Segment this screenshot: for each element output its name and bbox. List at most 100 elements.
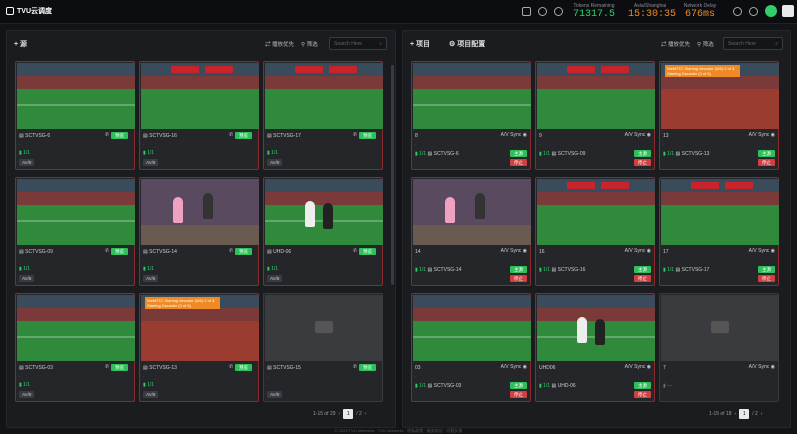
preview-button[interactable]: 预览 bbox=[235, 248, 252, 255]
preview-button[interactable]: 预览 bbox=[111, 132, 128, 139]
source-card[interactable]: ▤ SCTVSG-6 ✆ 预览 · ▮ 1/1 AV/8 bbox=[15, 61, 135, 170]
current-page[interactable]: 1 bbox=[343, 409, 354, 419]
video-thumbnail[interactable] bbox=[265, 63, 383, 129]
projects-title[interactable]: + 项目 bbox=[410, 39, 430, 49]
menu-icon[interactable] bbox=[782, 5, 794, 17]
source-card[interactable]: ▤ SCTVSG-03 ✆ 预览 · ▮ 1/1 AV/8 bbox=[15, 293, 135, 402]
main-source-button[interactable]: 主源 bbox=[510, 150, 527, 157]
main-source-button[interactable]: 主源 bbox=[758, 266, 775, 273]
project-card[interactable]: 8 A/V Sync ◉ · ▮ 1/1 ▤ SCTVSG-6 主源 停止 bbox=[411, 61, 531, 170]
video-thumbnail[interactable] bbox=[413, 63, 531, 129]
stop-button[interactable]: 停止 bbox=[510, 275, 527, 282]
preview-button[interactable]: 预览 bbox=[235, 132, 252, 139]
main-source-button[interactable]: 主源 bbox=[510, 382, 527, 389]
video-thumbnail[interactable] bbox=[141, 63, 259, 129]
video-thumbnail[interactable]: WebRTC Starting decoder (5/6) 2 of 3. St… bbox=[141, 295, 259, 361]
project-card[interactable]: WebRTC Starting decoder (5/6) 2 of 3. St… bbox=[659, 61, 779, 170]
main-source-button[interactable]: 主源 bbox=[634, 150, 651, 157]
av-tag[interactable]: AV/8 bbox=[267, 391, 283, 398]
stop-button[interactable]: 停止 bbox=[510, 391, 527, 398]
next-page[interactable]: › bbox=[365, 411, 367, 417]
current-page[interactable]: 1 bbox=[739, 409, 750, 419]
settings-icon[interactable] bbox=[538, 7, 547, 16]
project-card[interactable]: 17 A/V Sync ◉ · ▮ 1/1 ▤ SCTVSG-17 主源 停止 bbox=[659, 177, 779, 286]
phone-icon[interactable]: ✆ bbox=[229, 364, 233, 370]
source-card[interactable]: WebRTC Starting decoder (5/6) 2 of 3. St… bbox=[139, 293, 259, 402]
stop-button[interactable]: 停止 bbox=[634, 275, 651, 282]
source-card[interactable]: ▤ SCTVSG-16 ✆ 预览 · ▮ 1/1 AV/8 bbox=[139, 61, 259, 170]
project-card[interactable]: 9 A/V Sync ◉ · ▮ 1/1 ▤ SCTVSG-09 主源 停止 bbox=[535, 61, 655, 170]
video-thumbnail[interactable] bbox=[537, 63, 655, 129]
video-thumbnail[interactable] bbox=[141, 179, 259, 245]
main-source-button[interactable]: 主源 bbox=[758, 150, 775, 157]
app-logo[interactable]: TVU云调度 bbox=[6, 6, 52, 16]
no-signal-thumbnail[interactable] bbox=[661, 295, 779, 361]
video-thumbnail[interactable] bbox=[17, 295, 135, 361]
main-source-button[interactable]: 主源 bbox=[510, 266, 527, 273]
filter-button-projects[interactable]: ⚲ 筛选 bbox=[697, 40, 714, 48]
preview-button[interactable]: 预览 bbox=[359, 364, 376, 371]
av-tag[interactable]: AV/8 bbox=[267, 159, 283, 166]
preview-button[interactable]: 预览 bbox=[111, 248, 128, 255]
main-source-button[interactable]: 主源 bbox=[634, 266, 651, 273]
source-card[interactable]: ▤ SCTVSG-14 ✆ 预览 · ▮ 1/1 AV/8 bbox=[139, 177, 259, 286]
preview-button[interactable]: 预览 bbox=[111, 364, 128, 371]
stop-button[interactable]: 停止 bbox=[758, 275, 775, 282]
phone-icon[interactable]: ✆ bbox=[229, 248, 233, 254]
av-tag[interactable]: AV/8 bbox=[19, 275, 35, 282]
preview-button[interactable]: 预览 bbox=[359, 248, 376, 255]
sources-title[interactable]: + 源 bbox=[14, 39, 27, 49]
phone-icon[interactable]: ✆ bbox=[105, 132, 109, 138]
video-thumbnail[interactable] bbox=[413, 179, 531, 245]
project-card[interactable]: 03 A/V Sync ◉ · ▮ 1/1 ▤ SCTVSG-03 主源 停止 bbox=[411, 293, 531, 402]
speed-icon[interactable] bbox=[733, 7, 742, 16]
project-config[interactable]: ⚙ 项目配置 bbox=[449, 39, 485, 49]
source-card[interactable]: ▤ SCTVSG-17 ✆ 预览 · ▮ 1/1 AV/8 bbox=[263, 61, 383, 170]
main-source-button[interactable]: 主源 bbox=[634, 382, 651, 389]
video-thumbnail[interactable] bbox=[537, 179, 655, 245]
project-card[interactable]: 16 A/V Sync ◉ · ▮ 1/1 ▤ SCTVSG-16 主源 停止 bbox=[535, 177, 655, 286]
source-card[interactable]: ▤ SCTVSG-15 ✆ 预览 · AV/8 bbox=[263, 293, 383, 402]
video-thumbnail[interactable] bbox=[17, 63, 135, 129]
project-card[interactable]: UHD06 A/V Sync ◉ · ▮ 1/1 ▤ UHD-06 主源 停止 bbox=[535, 293, 655, 402]
prev-page[interactable]: ‹ bbox=[339, 411, 341, 417]
broadcast-priority-projects[interactable]: ⇄ 播放优先 bbox=[661, 40, 690, 48]
video-thumbnail[interactable] bbox=[661, 179, 779, 245]
video-thumbnail[interactable] bbox=[537, 295, 655, 361]
mail-icon[interactable] bbox=[522, 7, 531, 16]
video-thumbnail[interactable] bbox=[265, 179, 383, 245]
source-card[interactable]: ▤ UHD-06 ✆ 预览 · ▮ 1/1 AV/8 bbox=[263, 177, 383, 286]
video-thumbnail[interactable] bbox=[17, 179, 135, 245]
phone-icon[interactable]: ✆ bbox=[105, 248, 109, 254]
source-card[interactable]: ▤ SCTVSG-09 ✆ 预览 · ▮ 1/1 AV/8 bbox=[15, 177, 135, 286]
project-card[interactable]: 14 A/V Sync ◉ · ▮ 1/1 ▤ SCTVSG-14 主源 停止 bbox=[411, 177, 531, 286]
phone-icon[interactable]: ✆ bbox=[353, 132, 357, 138]
broadcast-priority[interactable]: ⇄ 播放优先 bbox=[265, 40, 294, 48]
av-tag[interactable]: AV/8 bbox=[19, 159, 35, 166]
stop-button[interactable]: 停止 bbox=[758, 159, 775, 166]
avatar[interactable] bbox=[765, 5, 777, 17]
no-signal-thumbnail[interactable] bbox=[265, 295, 383, 361]
av-tag[interactable]: AV/8 bbox=[267, 275, 283, 282]
sources-search-input[interactable]: Search Here ⌕ bbox=[329, 37, 387, 50]
next-page[interactable]: › bbox=[761, 411, 763, 417]
prev-page[interactable]: ‹ bbox=[735, 411, 737, 417]
projects-search-input[interactable]: Search Here ⌕ bbox=[723, 37, 783, 50]
phone-icon[interactable]: ✆ bbox=[353, 248, 357, 254]
stop-button[interactable]: 停止 bbox=[634, 159, 651, 166]
stop-button[interactable]: 停止 bbox=[634, 391, 651, 398]
filter-button[interactable]: ⚲ 筛选 bbox=[301, 40, 318, 48]
help-icon[interactable] bbox=[749, 7, 758, 16]
preview-button[interactable]: 预览 bbox=[359, 132, 376, 139]
av-tag[interactable]: AV/8 bbox=[143, 391, 159, 398]
project-card[interactable]: 7 A/V Sync ◉ ▮ — bbox=[659, 293, 779, 402]
video-thumbnail[interactable]: WebRTC Starting decoder (5/6) 2 of 3. St… bbox=[661, 63, 779, 129]
av-tag[interactable]: AV/8 bbox=[143, 159, 159, 166]
preview-button[interactable]: 预览 bbox=[235, 364, 252, 371]
phone-icon[interactable]: ✆ bbox=[353, 364, 357, 370]
stop-button[interactable]: 停止 bbox=[510, 159, 527, 166]
refresh-icon[interactable] bbox=[554, 7, 563, 16]
phone-icon[interactable]: ✆ bbox=[105, 364, 109, 370]
video-thumbnail[interactable] bbox=[413, 295, 531, 361]
sources-scrollbar[interactable] bbox=[391, 65, 394, 285]
